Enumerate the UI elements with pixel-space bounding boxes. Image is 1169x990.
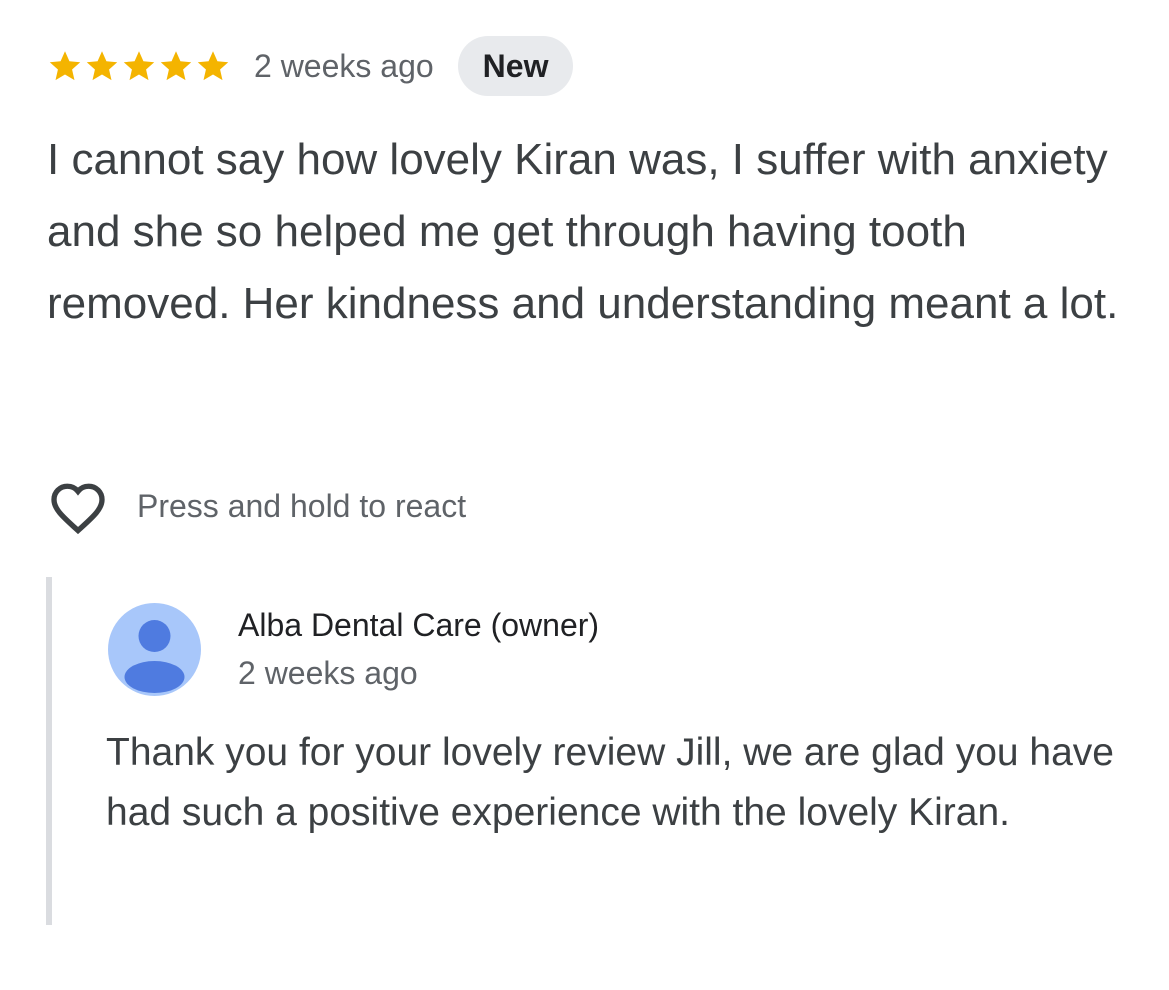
review-time: 2 weeks ago — [254, 47, 434, 84]
react-row[interactable]: Press and hold to react — [46, 476, 466, 536]
react-label: Press and hold to react — [137, 487, 467, 524]
star-icon — [49, 51, 81, 81]
star-icon — [123, 51, 155, 81]
review-text: I cannot say how lovely Kiran was, I suf… — [47, 135, 1119, 328]
owner-reply-text: Thank you for your lovely review Jill, w… — [106, 731, 1114, 834]
owner-reply-time: 2 weeks ago — [238, 655, 418, 691]
person-avatar-icon — [108, 603, 201, 696]
owner-name: Alba Dental Care (owner) — [238, 607, 600, 643]
star-icon — [86, 51, 118, 81]
new-badge: New — [457, 36, 574, 96]
star-rating — [47, 48, 231, 84]
star-icon — [160, 51, 192, 81]
review-meta: 2 weeks ago New — [47, 36, 574, 96]
star-icon — [197, 51, 229, 81]
review-card: 2 weeks ago New I cannot say how lovely … — [0, 0, 1169, 990]
owner-reply: Alba Dental Care (owner) 2 weeks ago Tha… — [46, 577, 1126, 925]
heart-icon[interactable] — [46, 476, 110, 536]
